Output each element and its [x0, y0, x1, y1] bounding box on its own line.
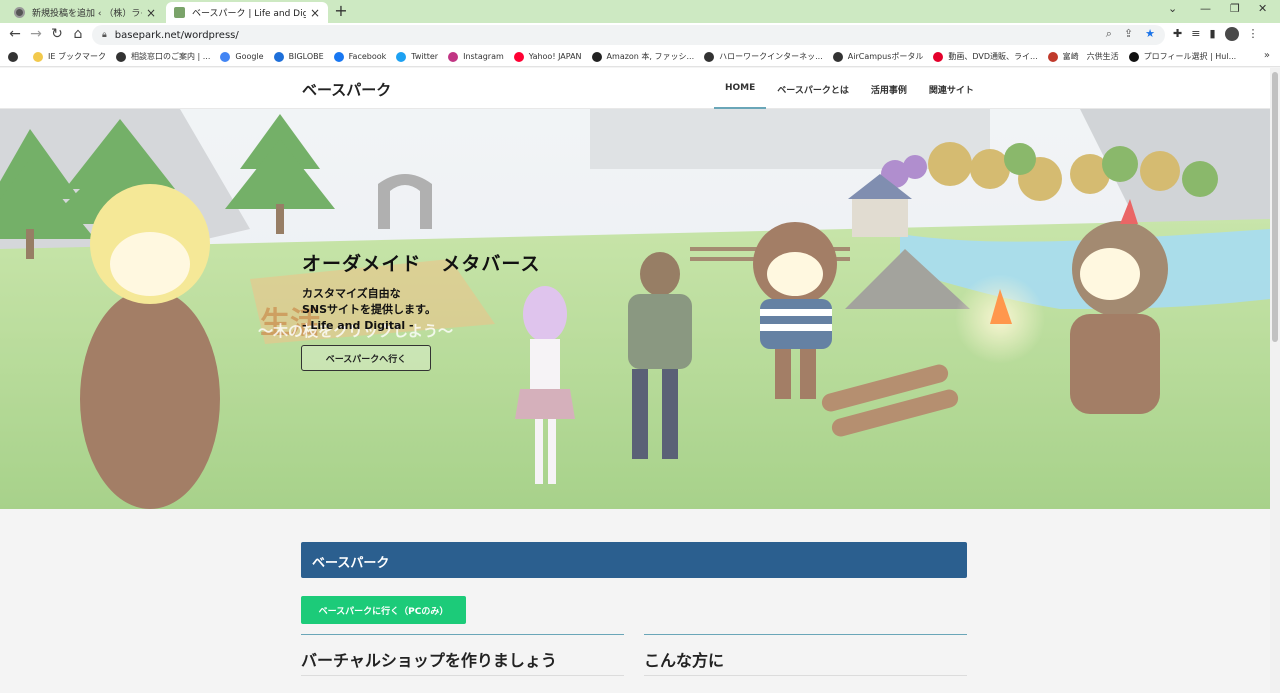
close-window-button[interactable]: ✕ — [1258, 2, 1267, 15]
bookmark-label: 富崎 六供生活 — [1062, 52, 1119, 61]
hero-subtitle-line: SNSサイトを提供します。 — [302, 303, 436, 316]
new-tab-button[interactable]: + — [332, 1, 350, 20]
menu-icon[interactable]: ⋮ — [1248, 27, 1259, 41]
bookmark-item[interactable]: Instagram — [448, 51, 504, 62]
bookmark-item[interactable]: ハローワークインターネッ... — [704, 51, 823, 62]
column-heading-left: バーチャルショップを作りましょう — [301, 634, 624, 676]
section-title: ベースパーク — [301, 542, 967, 578]
nav-about[interactable]: ベースパークとは — [766, 68, 860, 109]
bookmark-label: ハローワークインターネッ... — [719, 52, 823, 61]
bookmark-label: Yahoo! JAPAN — [528, 52, 582, 61]
tab-title: ベースパーク | Life and Digital — [192, 9, 306, 19]
bookmark-item[interactable]: プロフィール選択 | Hul... — [1128, 51, 1237, 62]
bookmark-label: 動画、DVD通販、ライ... — [948, 52, 1038, 61]
bookmark-label: Instagram — [463, 52, 504, 61]
hero-banner: 生活 〜木の枝をクリックしよう〜 オーダメイド メタバース カスタマイズ自由な … — [0, 109, 1270, 509]
bookmark-item[interactable]: Amazon 本, ファッシ... — [591, 51, 695, 62]
scrollbar-thumb[interactable] — [1272, 72, 1278, 342]
page-scrollbar[interactable] — [1270, 68, 1280, 693]
bookmark-item[interactable]: IE ブックマーク — [33, 51, 106, 62]
hero-scene-image: 生活 〜木の枝をクリックしよう〜 — [0, 109, 1270, 509]
forward-button[interactable]: → — [27, 26, 45, 42]
bookmark-favicon-icon — [704, 51, 715, 62]
nav-cases[interactable]: 活用事例 — [860, 68, 918, 109]
zoom-icon[interactable]: ⌕ — [1106, 27, 1112, 41]
bookmark-favicon-icon — [33, 51, 43, 62]
bookmark-item[interactable]: Twitter — [396, 51, 438, 62]
bookmark-item[interactable]: Facebook — [333, 51, 387, 62]
bookmark-label: Twitter — [411, 52, 439, 61]
restore-button[interactable]: ❐ — [1230, 2, 1240, 15]
bookmark-item[interactable]: BIGLOBE — [273, 51, 324, 62]
go-basepark-button[interactable]: ベースパークに行く（PCのみ） — [301, 596, 466, 624]
bookmark-favicon-icon — [1128, 51, 1139, 62]
bookmark-label: プロフィール選択 | Hul... — [1143, 52, 1237, 61]
tab-strip: 新規投稿を追加 ‹ （株）ライフプラ × ベースパーク | Life and D… — [0, 0, 1280, 23]
bookmark-item[interactable]: Google — [220, 51, 264, 62]
wordpress-icon — [14, 7, 25, 18]
hero-subtitle-line: カスタマイズ自由な — [302, 287, 401, 300]
hero-subtitle-line: - Life and Digital - — [302, 319, 414, 332]
tab-basepark[interactable]: ベースパーク | Life and Digital × — [166, 2, 328, 23]
address-bar[interactable]: 🔒︎ basepark.net/wordpress/ ⌕ ⇪ ★ — [92, 25, 1165, 45]
tab-search-icon[interactable]: ⌄ — [1168, 2, 1177, 15]
bookmark-item[interactable]: Yahoo! JAPAN — [513, 51, 582, 62]
bookmark-favicon-icon — [396, 51, 407, 62]
bookmark-item[interactable]: 相談窓口のご案内 | ... — [115, 51, 211, 62]
bookmark-label: IE ブックマーク — [48, 52, 106, 61]
bookmark-favicon-icon — [591, 51, 602, 62]
side-panel-icon[interactable]: ▮ — [1209, 27, 1215, 41]
share-icon[interactable]: ⇪ — [1124, 27, 1133, 41]
apps-icon[interactable] — [8, 51, 23, 62]
bookmark-item[interactable]: AirCampusポータル — [832, 51, 924, 62]
home-button[interactable]: ⌂ — [69, 26, 87, 42]
bookmark-favicon-icon — [832, 51, 843, 62]
page-viewport: ベースパーク HOME ベースパークとは 活用事例 関連サイト 生活 〜木の枝を… — [0, 68, 1270, 693]
hero-cta-button[interactable]: ベースパークへ行く — [301, 345, 431, 371]
tab-title: 新規投稿を追加 ‹ （株）ライフプラ — [32, 9, 142, 19]
extensions-icon[interactable]: ✚ — [1173, 27, 1182, 41]
bookmark-label: Facebook — [348, 52, 387, 61]
bookmark-favicon-icon — [448, 51, 459, 62]
bookmark-star-icon[interactable]: ★ — [1145, 27, 1155, 41]
bookmark-item[interactable]: 富崎 六供生活 — [1047, 51, 1119, 62]
bookmark-favicon-icon — [273, 51, 284, 62]
browser-toolbar: ← → ↻ ⌂ 🔒︎ basepark.net/wordpress/ ⌕ ⇪ ★… — [0, 23, 1280, 47]
more-bookmarks-icon[interactable]: » — [1264, 50, 1270, 61]
site-favicon-icon — [174, 7, 185, 18]
bookmark-label: BIGLOBE — [288, 52, 324, 61]
bookmark-item[interactable]: 動画、DVD通販、ライ... — [933, 51, 1038, 62]
bookmark-favicon-icon — [115, 51, 126, 62]
hero-title: オーダメイド メタバース — [302, 253, 541, 275]
nav-links[interactable]: 関連サイト — [918, 68, 985, 109]
column-heading-right: こんな方に — [644, 634, 967, 676]
bookmark-favicon-icon — [333, 51, 344, 62]
site-title[interactable]: ベースパーク — [302, 79, 391, 100]
hero-subtitle: カスタマイズ自由な SNSサイトを提供します。 - Life and Digit… — [302, 286, 436, 334]
bookmark-label: Google — [235, 52, 264, 61]
site-header: ベースパーク HOME ベースパークとは 活用事例 関連サイト — [0, 68, 1270, 109]
bookmark-label: 相談窓口のご案内 | ... — [130, 52, 211, 61]
profile-avatar[interactable] — [1224, 27, 1239, 41]
back-button[interactable]: ← — [6, 26, 24, 42]
close-icon[interactable]: × — [310, 6, 320, 20]
bookmarks-bar: IE ブックマーク 相談窓口のご案内 | ... Google BIGLOBE Face… — [0, 47, 1280, 67]
site-nav: HOME ベースパークとは 活用事例 関連サイト — [714, 68, 985, 109]
minimize-button[interactable]: — — [1200, 2, 1211, 15]
tab-new-post[interactable]: 新規投稿を追加 ‹ （株）ライフプラ × — [6, 2, 164, 23]
bookmark-label: AirCampusポータル — [847, 52, 924, 61]
bookmark-favicon-icon — [933, 51, 944, 62]
bookmark-favicon-icon — [1047, 51, 1058, 62]
bookmark-label: Amazon 本, ファッシ... — [606, 52, 695, 61]
nav-home[interactable]: HOME — [714, 68, 767, 109]
reload-button[interactable]: ↻ — [48, 26, 66, 42]
bookmark-favicon-icon — [220, 51, 231, 62]
lock-icon[interactable]: 🔒︎ — [102, 30, 107, 40]
bookmark-favicon-icon — [513, 51, 524, 62]
close-icon[interactable]: × — [146, 6, 156, 20]
url-text: basepark.net/wordpress/ — [114, 29, 239, 41]
media-control-icon[interactable]: ≡ — [1191, 27, 1200, 41]
